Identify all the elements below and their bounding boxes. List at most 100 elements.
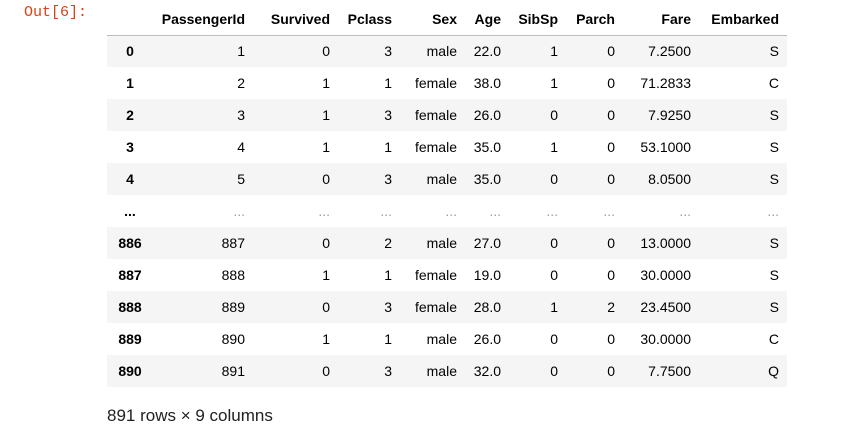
table-cell: 0: [607, 43, 615, 60]
table-cell: 0: [607, 267, 615, 283]
table-cell: 3: [384, 107, 392, 123]
table-cell: 0: [322, 171, 330, 187]
table-cell: 1: [322, 267, 330, 283]
table-header: PassengerId Survived Pclass Sex Age SibSp Parc…: [107, 4, 787, 36]
table-cell: 3: [384, 43, 392, 60]
table-row: 890 891 0 3 male 32.0 0 0 7.7500 Q: [107, 355, 787, 387]
table-cell: 1: [550, 139, 558, 155]
table-cell: 1: [550, 43, 558, 60]
table-cell: S: [769, 107, 779, 123]
table-cell: female: [414, 107, 457, 123]
table-cell: S: [769, 139, 779, 155]
table-cell: ...: [767, 203, 779, 219]
table-cell: male: [426, 171, 457, 187]
header-row: PassengerId Survived Pclass Sex Age SibSp Parc…: [107, 4, 787, 36]
table-cell: 7.2500: [648, 43, 691, 60]
table-cell: ...: [380, 203, 392, 219]
table-cell: 22.0: [473, 43, 501, 60]
table-cell: 0: [550, 235, 558, 251]
row-index: 0: [126, 43, 134, 60]
table-cell: 0: [550, 363, 558, 379]
table-cell: 0: [607, 235, 615, 251]
table-row: 888 889 0 3 female 28.0 1 2 23.4500 S: [107, 291, 787, 323]
table-cell: 35.0: [473, 171, 501, 187]
table-body: 0 1 0 3 male 22.0 1 0 7.2500 S 1 2 1 1 female 38.0 1 0 71.…: [107, 35, 787, 387]
table-cell: female: [414, 299, 457, 315]
table-cell: 0: [607, 107, 615, 123]
table-cell: S: [769, 171, 779, 187]
table-cell: 1: [237, 43, 245, 60]
table-cell: S: [769, 299, 779, 315]
table-cell: ...: [679, 203, 691, 219]
table-cell: C: [768, 75, 779, 91]
table-cell: 4: [237, 139, 245, 155]
column-header: PassengerId: [153, 4, 253, 36]
table-cell: 27.0: [473, 235, 501, 251]
table-row: 887 888 1 1 female 19.0 0 0 30.0000 S: [107, 259, 787, 291]
row-index: 890: [118, 363, 142, 379]
row-index: 886: [118, 235, 142, 251]
column-header: Age: [465, 4, 509, 36]
column-header: Embarked: [699, 4, 787, 36]
table-cell: 0: [607, 75, 615, 91]
row-index: 1: [126, 75, 134, 91]
table-row: 1 2 1 1 female 38.0 1 0 71.2833 C: [107, 67, 787, 99]
table-cell: 0: [322, 43, 330, 60]
table-cell: 26.0: [473, 331, 501, 347]
table-cell: ...: [318, 203, 330, 219]
table-cell: 2: [607, 299, 615, 315]
dataframe-table: PassengerId Survived Pclass Sex Age SibSp Parc…: [107, 4, 787, 387]
table-cell: male: [426, 43, 457, 60]
table-cell: 28.0: [473, 299, 501, 315]
table-cell: 38.0: [473, 75, 501, 91]
table-cell: 71.2833: [640, 75, 691, 91]
row-index: 889: [118, 331, 142, 347]
table-cell: 887: [221, 235, 245, 251]
table-cell: 0: [322, 299, 330, 315]
table-cell: 7.7500: [648, 363, 691, 379]
row-index: 3: [126, 139, 134, 155]
table-cell: 0: [550, 331, 558, 347]
table-cell: 53.1000: [640, 139, 691, 155]
table-row: 0 1 0 3 male 22.0 1 0 7.2500 S: [107, 35, 787, 67]
table-cell: 0: [550, 107, 558, 123]
row-index: 4: [126, 171, 134, 187]
table-cell: female: [414, 75, 457, 91]
table-cell: male: [426, 363, 457, 379]
table-cell: 1: [384, 75, 392, 91]
table-cell: 3: [237, 107, 245, 123]
table-cell: 7.9250: [648, 107, 691, 123]
table-cell: S: [769, 267, 779, 283]
row-index: 888: [118, 299, 142, 315]
table-cell: ...: [233, 203, 245, 219]
dataframe-output: PassengerId Survived Pclass Sex Age SibSp Parc…: [107, 4, 787, 387]
table-cell: male: [426, 331, 457, 347]
column-header: Parch: [566, 4, 623, 36]
table-cell: S: [769, 43, 779, 60]
table-cell: female: [414, 267, 457, 283]
column-header: Sex: [400, 4, 465, 36]
table-cell: 891: [221, 363, 245, 379]
table-cell: 35.0: [473, 139, 501, 155]
table-row: 3 4 1 1 female 35.0 1 0 53.1000 S: [107, 131, 787, 163]
table-cell: 5: [237, 171, 245, 187]
table-cell: 0: [550, 267, 558, 283]
table-row: 2 3 1 3 female 26.0 0 0 7.9250 S: [107, 99, 787, 131]
table-cell: 889: [221, 299, 245, 315]
table-cell: ...: [546, 203, 558, 219]
table-cell: 1: [550, 75, 558, 91]
row-index: 2: [126, 107, 134, 123]
output-prompt: Out[6]:: [24, 4, 88, 21]
table-cell: 1: [384, 331, 392, 347]
table-row: 886 887 0 2 male 27.0 0 0 13.0000 S: [107, 227, 787, 259]
column-header: Fare: [623, 4, 699, 36]
row-index: ...: [124, 203, 136, 219]
table-cell: 0: [607, 331, 615, 347]
table-row: 4 5 0 3 male 35.0 0 0 8.0500 S: [107, 163, 787, 195]
table-row: 889 890 1 1 male 26.0 0 0 30.0000 C: [107, 323, 787, 355]
column-header: Pclass: [338, 4, 400, 36]
table-cell: 0: [607, 139, 615, 155]
table-cell: 1: [384, 267, 392, 283]
table-cell: 0: [322, 235, 330, 251]
table-cell: 30.0000: [640, 267, 691, 283]
